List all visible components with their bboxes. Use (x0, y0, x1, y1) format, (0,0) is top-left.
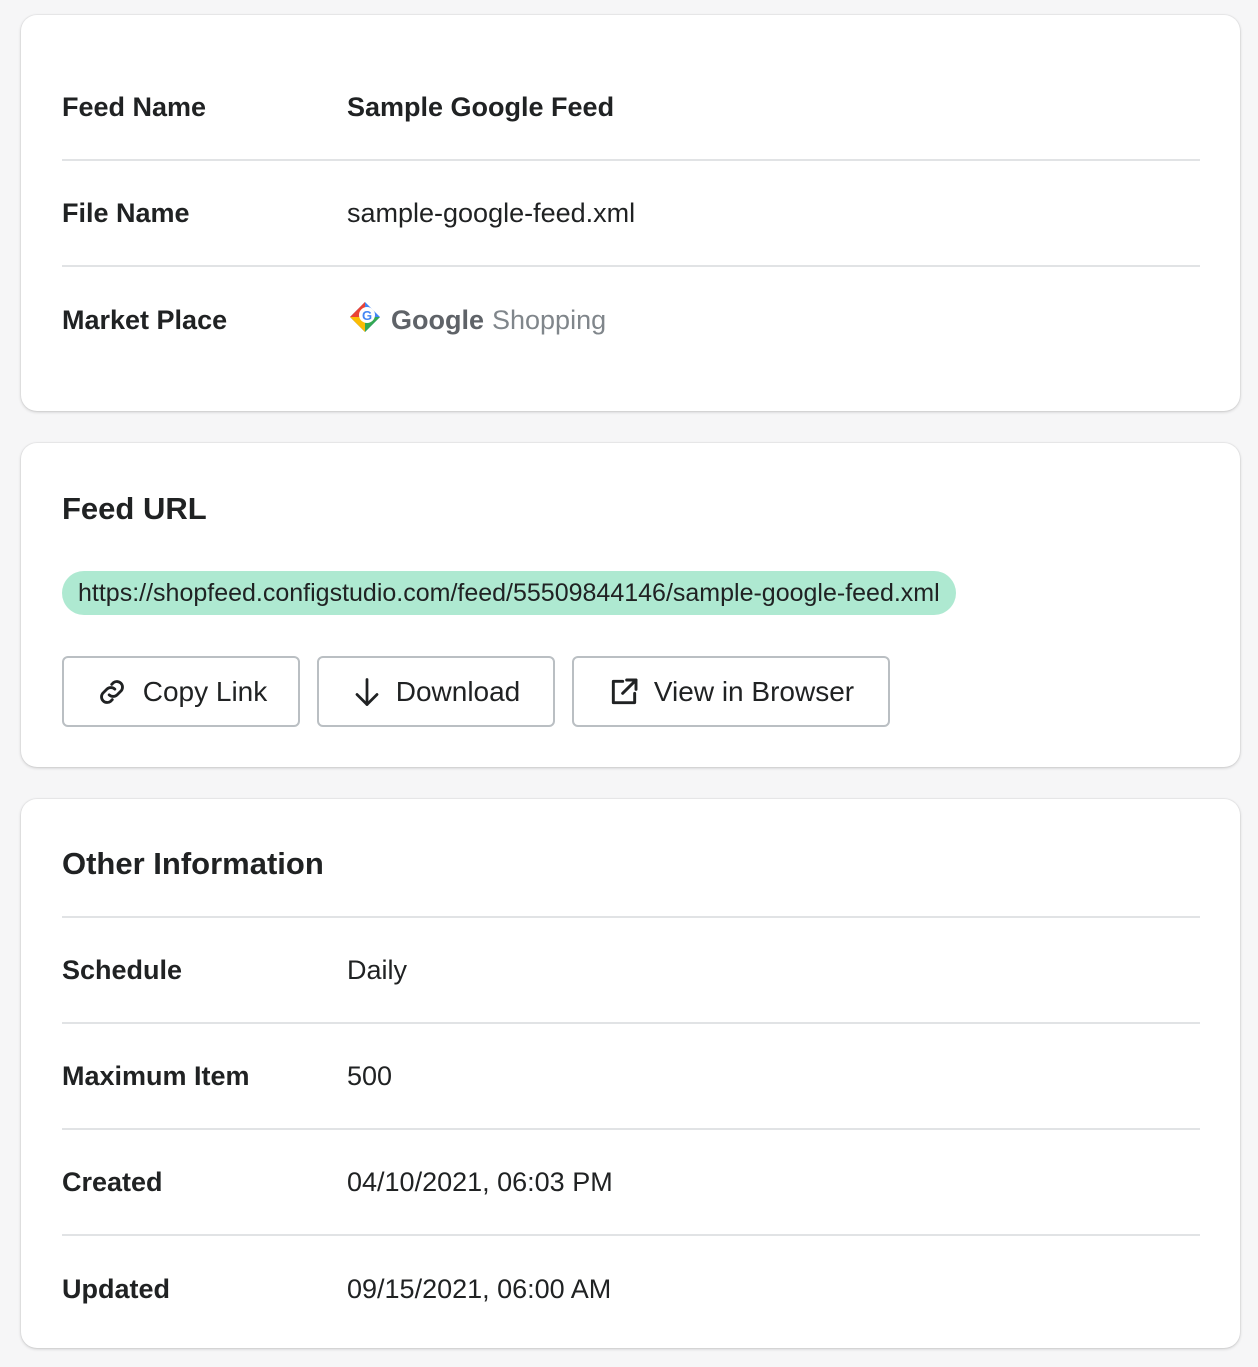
feed-name-value: Sample Google Feed (347, 91, 615, 122)
schedule-value: Daily (347, 954, 408, 985)
copy-link-label: Copy Link (142, 675, 268, 707)
feed-url-title: Feed URL (62, 491, 207, 526)
market-place-product: Shopping (492, 304, 607, 335)
updated-value: 09/15/2021, 06:00 AM (347, 1273, 612, 1304)
file-name-label: File Name (62, 197, 190, 228)
download-label: Download (395, 675, 521, 707)
other-information-header: Other Information (62, 811, 1200, 918)
file-name-row: File Name sample-google-feed.xml (62, 161, 1200, 267)
feed-name-row: Feed Name Sample Google Feed (62, 55, 1200, 161)
maximum-item-row: Maximum Item 500 (62, 1024, 1200, 1130)
other-information-card: Other Information Schedule Daily Maximum… (21, 799, 1240, 1348)
arrow-down-icon (352, 675, 382, 709)
schedule-label: Schedule (62, 954, 183, 985)
schedule-row: Schedule Daily (62, 918, 1200, 1024)
other-information-title: Other Information (62, 845, 324, 881)
feed-name-label: Feed Name (62, 91, 207, 122)
updated-label: Updated (62, 1273, 170, 1304)
created-value: 04/10/2021, 06:03 PM (347, 1166, 613, 1197)
feed-details-card: Feed Name Sample Google Feed File Name s… (21, 15, 1240, 411)
market-place-brand: Google (391, 304, 484, 335)
download-button[interactable]: Download (317, 656, 555, 727)
maximum-item-label: Maximum Item (62, 1060, 250, 1091)
svg-text:G: G (362, 308, 372, 323)
feed-url-pill[interactable]: https://shopfeed.configstudio.com/feed/5… (62, 571, 956, 615)
file-name-value: sample-google-feed.xml (347, 197, 636, 228)
google-shopping-tag-icon: G (347, 299, 383, 342)
market-place-row: Market Place G Google Shopping (62, 267, 1200, 373)
market-place-label: Market Place (62, 304, 228, 335)
feed-url-card: Feed URL https://shopfeed.configstudio.c… (21, 443, 1240, 767)
updated-row: Updated 09/15/2021, 06:00 AM (62, 1236, 1200, 1342)
feed-detail-page: Feed Name Sample Google Feed File Name s… (0, 0, 1258, 1367)
link-icon (95, 675, 129, 709)
view-in-browser-button[interactable]: View in Browser (572, 656, 890, 727)
external-link-icon (608, 676, 640, 708)
view-in-browser-label: View in Browser (653, 675, 855, 707)
copy-link-button[interactable]: Copy Link (62, 656, 300, 727)
created-row: Created 04/10/2021, 06:03 PM (62, 1130, 1200, 1236)
created-label: Created (62, 1166, 163, 1197)
google-shopping-logo: G Google Shopping (347, 299, 606, 342)
maximum-item-value: 500 (347, 1060, 393, 1091)
